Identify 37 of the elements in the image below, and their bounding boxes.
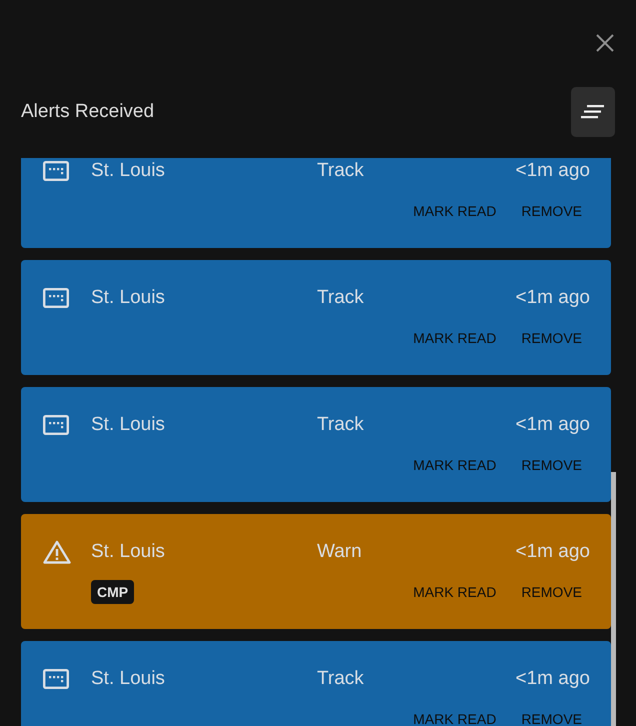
warning-icon	[43, 540, 71, 564]
remove-button[interactable]: REMOVE	[513, 577, 590, 607]
close-icon	[596, 34, 614, 52]
sort-icon	[581, 105, 605, 119]
alert-badge: CMP	[91, 580, 134, 604]
remove-button[interactable]: REMOVE	[513, 450, 590, 480]
mark-read-button[interactable]: MARK READ	[405, 577, 504, 607]
close-button[interactable]	[595, 33, 615, 53]
remove-button[interactable]: REMOVE	[513, 323, 590, 353]
alert-time: <1m ago	[516, 667, 590, 691]
alert-location: St. Louis	[91, 540, 166, 564]
mark-read-button[interactable]: MARK READ	[405, 323, 504, 353]
alert-time: <1m ago	[516, 413, 590, 437]
remove-button[interactable]: REMOVE	[513, 704, 590, 726]
mark-read-button[interactable]: MARK READ	[405, 704, 504, 726]
scrollbar-thumb[interactable]	[611, 472, 616, 726]
mark-read-button[interactable]: MARK READ	[405, 196, 504, 226]
alert-time: <1m ago	[516, 159, 590, 183]
alert-location: St. Louis	[91, 286, 166, 310]
alert-type: Track	[317, 413, 364, 437]
dotted-panel-icon	[43, 161, 69, 181]
dotted-panel-icon	[43, 288, 69, 308]
alert-time: <1m ago	[516, 540, 590, 564]
sort-button[interactable]	[571, 87, 615, 137]
mark-read-button[interactable]: MARK READ	[405, 450, 504, 480]
alert-type: Track	[317, 286, 364, 310]
alert-location: St. Louis	[91, 413, 166, 437]
panel-title: Alerts Received	[21, 100, 154, 124]
alert-type: Track	[317, 159, 364, 183]
dotted-panel-icon	[43, 669, 69, 689]
dotted-panel-icon	[43, 415, 69, 435]
alert-location: St. Louis	[91, 159, 166, 183]
alert-type: Warn	[317, 540, 362, 564]
alert-time: <1m ago	[516, 286, 590, 310]
alert-location: St. Louis	[91, 667, 166, 691]
remove-button[interactable]: REMOVE	[513, 196, 590, 226]
alert-type: Track	[317, 667, 364, 691]
